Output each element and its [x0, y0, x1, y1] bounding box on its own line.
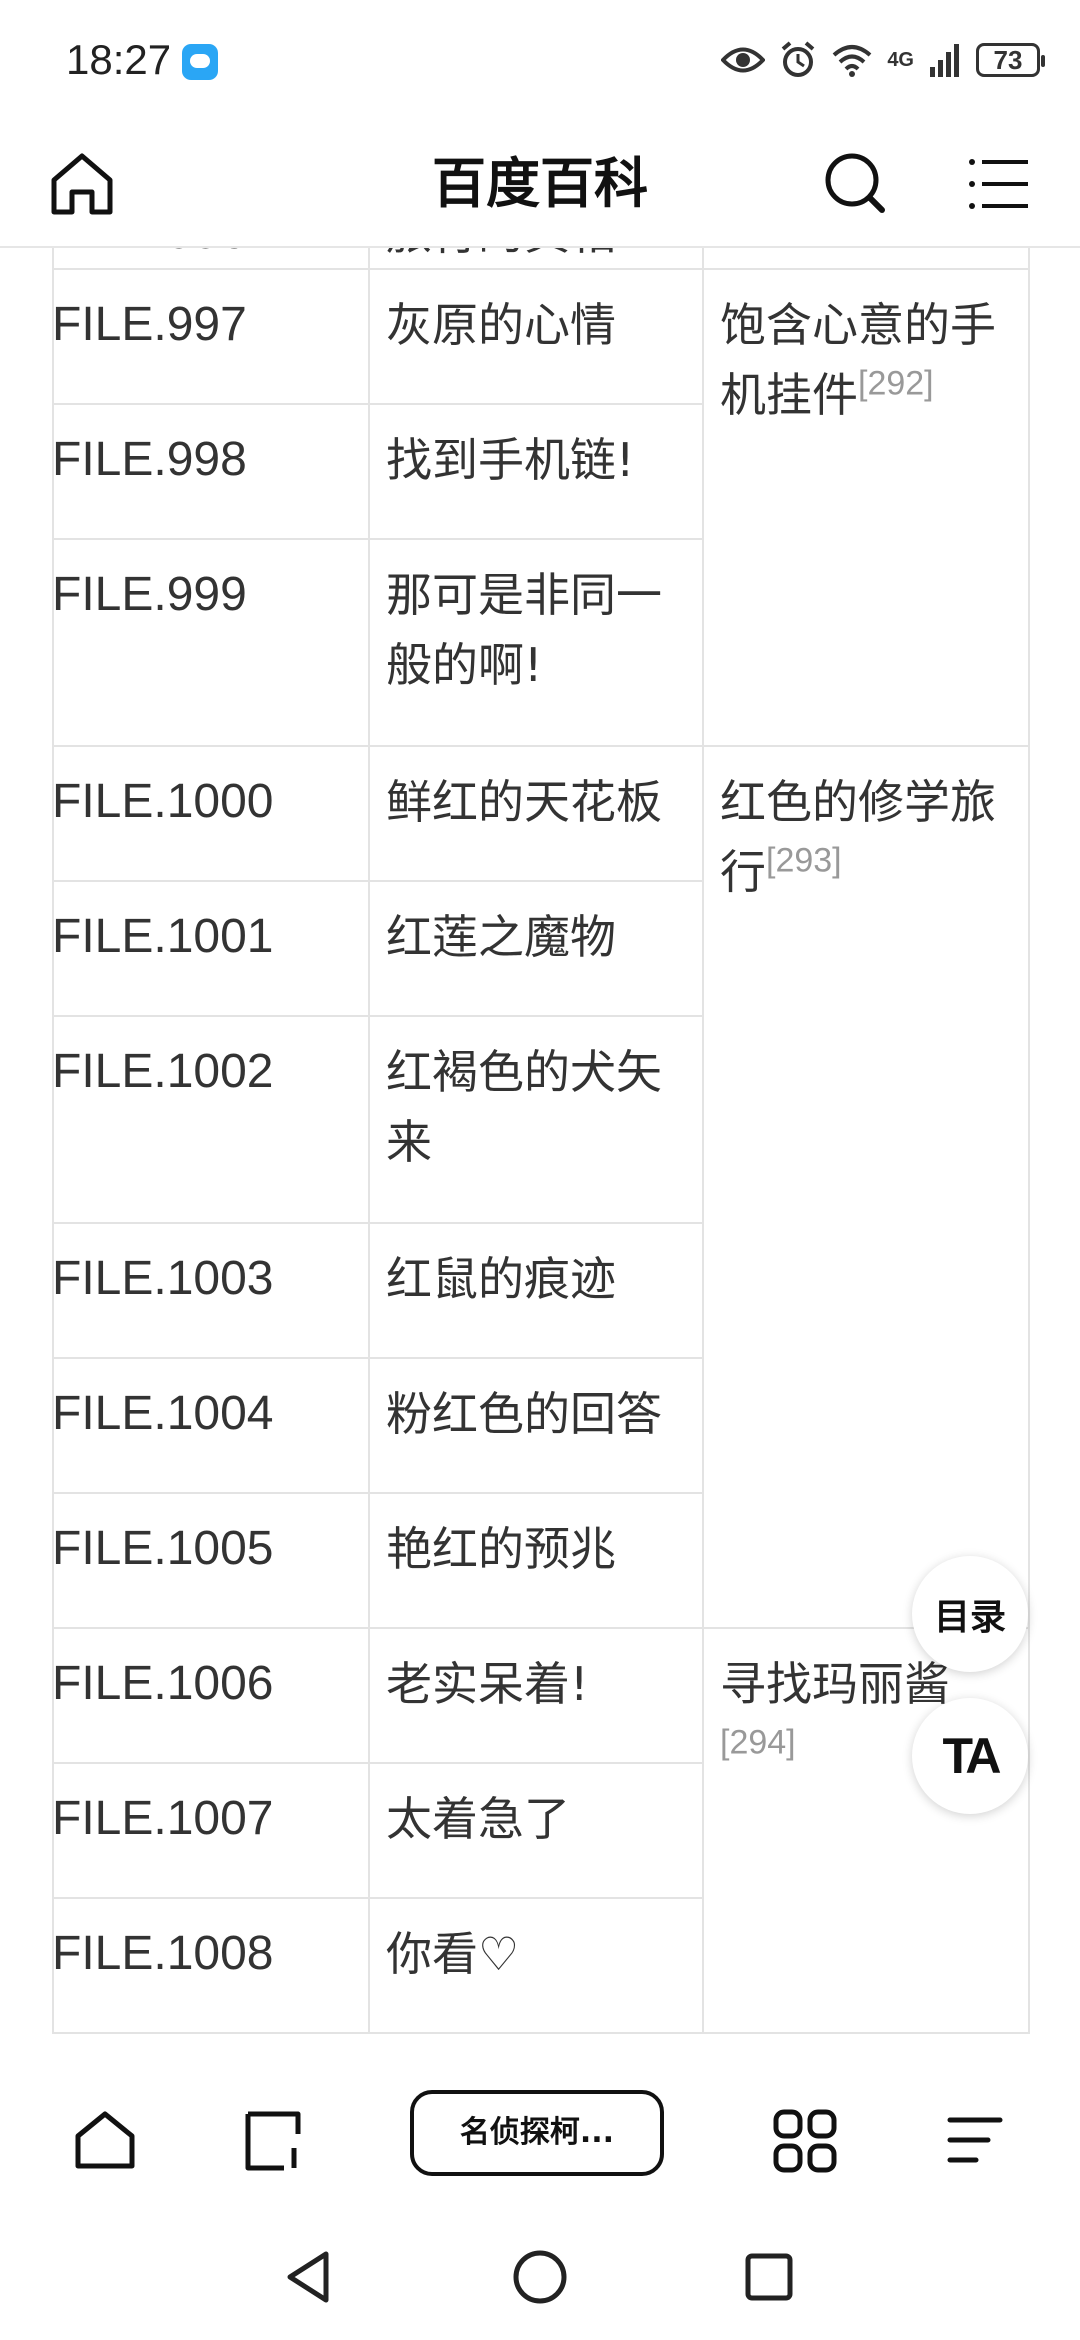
home-button[interactable]	[44, 146, 120, 222]
file-number-cell: FILE.1000	[52, 745, 370, 882]
episode-title-cell: 那可是非同一般的啊!	[368, 538, 704, 747]
network-type: 4G	[887, 49, 914, 71]
page-title: 百度百科	[432, 152, 648, 215]
apps-button[interactable]	[770, 2106, 840, 2176]
tabs-button[interactable]	[240, 2106, 310, 2176]
file-number-cell: FILE.999	[52, 538, 370, 747]
status-icons: 4G 73	[721, 38, 1045, 82]
menu-list-icon	[969, 159, 1028, 209]
file-number-cell: FILE.1007	[52, 1762, 370, 1899]
reference-link[interactable]: [294]	[720, 1724, 796, 1762]
episode-title-cell: 粉红色的回答	[368, 1357, 704, 1494]
file-number-cell: FILE.1006	[52, 1627, 370, 1764]
arc-cell: 红色的修学旅行[293]	[702, 745, 1030, 1629]
home-icon	[75, 2111, 135, 2169]
episode-title-cell: 找到手机链!	[368, 403, 704, 540]
current-tab-pill[interactable]: 名侦探柯...	[410, 2090, 664, 2176]
home-icon	[51, 153, 113, 215]
arc-cell: 饱含心意的手机挂件[292]	[702, 268, 1030, 747]
reference-link[interactable]: [292]	[858, 365, 934, 403]
arc-cell	[702, 246, 1030, 270]
search-button[interactable]	[818, 146, 894, 222]
episode-table: FILE.996 旅行的真相 FILE.997 灰原的心情 饱含心意的手机挂件[…	[52, 246, 1030, 2034]
file-number-cell: FILE.997	[52, 268, 370, 405]
file-number-cell: FILE.1004	[52, 1357, 370, 1494]
nav-home-button[interactable]	[507, 2244, 573, 2310]
file-number-cell: FILE.996	[52, 246, 370, 270]
table-row: FILE.997 灰原的心情 饱含心意的手机挂件[292]	[52, 268, 1030, 747]
system-nav-bar	[0, 2216, 1080, 2340]
episode-title-cell: 你看♡	[368, 1897, 704, 2034]
table-row: FILE.996 旅行的真相	[52, 246, 1030, 270]
file-number-cell: FILE.1008	[52, 1897, 370, 2034]
app-header: 百度百科	[0, 122, 1080, 248]
message-notification-icon	[182, 44, 218, 80]
menu-lines-icon	[947, 2117, 1003, 2163]
episode-title-cell: 老实呆着!	[368, 1627, 704, 1764]
battery-indicator: 73	[976, 43, 1045, 77]
table-row: FILE.1000 鲜红的天花板 红色的修学旅行[293]	[52, 745, 1030, 1629]
menu-button[interactable]	[960, 146, 1036, 222]
episode-title-cell: 旅行的真相	[368, 246, 704, 270]
file-number-cell: FILE.998	[52, 403, 370, 540]
arc-cell: 寻找玛丽酱[294]	[702, 1627, 1030, 2034]
browser-bottom-bar: 名侦探柯...	[0, 2046, 1080, 2216]
status-bar: 18:27 4G 73	[0, 0, 1080, 122]
home-circle-icon	[513, 2250, 567, 2304]
file-number-cell: FILE.1003	[52, 1222, 370, 1359]
table-row: FILE.1006 老实呆着! 寻找玛丽酱[294]	[52, 1627, 1030, 2034]
browser-home-button[interactable]	[70, 2106, 140, 2176]
episode-title-cell: 红莲之魔物	[368, 880, 704, 1017]
recents-square-icon	[745, 2253, 793, 2301]
file-number-cell: FILE.1002	[52, 1015, 370, 1224]
tabs-icon	[245, 2111, 301, 2171]
grid-apps-icon	[773, 2109, 837, 2173]
episode-title-cell: 灰原的心情	[368, 268, 704, 405]
nav-back-button[interactable]	[276, 2244, 342, 2310]
more-menu-button[interactable]	[940, 2106, 1010, 2176]
text-size-button[interactable]: TA	[912, 1698, 1028, 1814]
episode-title-cell: 红褐色的犬矢来	[368, 1015, 704, 1224]
status-time: 18:27	[66, 36, 172, 83]
episode-title-cell: 鲜红的天花板	[368, 745, 704, 882]
eye-icon	[721, 47, 766, 73]
alarm-icon	[782, 41, 815, 77]
signal-icon	[930, 44, 959, 77]
episode-title-cell: 艳红的预兆	[368, 1492, 704, 1629]
file-number-cell: FILE.1005	[52, 1492, 370, 1629]
search-icon	[825, 153, 885, 213]
wifi-icon	[832, 45, 872, 77]
back-triangle-icon	[287, 2251, 329, 2303]
reference-link[interactable]: [293]	[766, 842, 842, 880]
table-of-contents-button[interactable]: 目录	[912, 1556, 1028, 1672]
nav-recents-button[interactable]	[736, 2244, 802, 2310]
file-number-cell: FILE.1001	[52, 880, 370, 1017]
episode-title-cell: 太着急了	[368, 1762, 704, 1899]
episode-title-cell: 红鼠的痕迹	[368, 1222, 704, 1359]
